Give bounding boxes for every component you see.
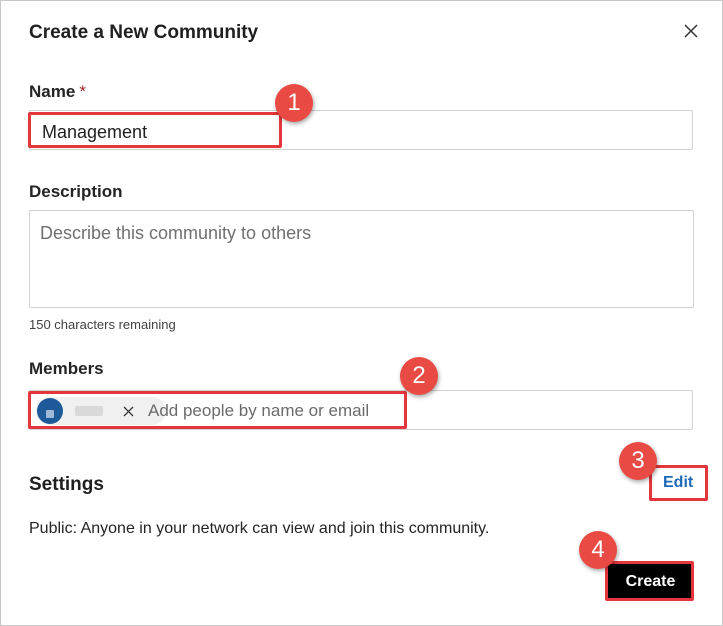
name-field [29, 110, 693, 150]
close-icon [684, 24, 698, 38]
member-chip-name-redacted [75, 406, 103, 416]
settings-heading: Settings [29, 474, 104, 495]
description-textarea[interactable] [29, 210, 694, 308]
name-label-text: Name [29, 82, 76, 101]
annotation-badge-4: 4 [579, 531, 617, 569]
annotation-badge-2: 2 [400, 357, 438, 395]
visibility-description: Public: Anyone in your network can view … [29, 520, 490, 537]
characters-remaining-text: 150 characters remaining [29, 317, 176, 332]
members-label: Members [29, 359, 104, 378]
members-input[interactable] [148, 399, 678, 423]
required-mark: * [79, 82, 86, 101]
member-chip [36, 397, 166, 425]
close-button[interactable] [679, 19, 703, 43]
annotation-badge-1: 1 [275, 84, 313, 122]
edit-settings-link[interactable]: Edit [663, 474, 693, 492]
close-icon [123, 406, 133, 416]
annotation-badge-3: 3 [619, 442, 657, 480]
description-label: Description [29, 182, 123, 201]
name-label: Name * [29, 82, 86, 102]
dialog-title: Create a New Community [29, 22, 259, 43]
person-avatar-icon [37, 398, 63, 424]
remove-member-button[interactable] [121, 404, 135, 418]
create-button[interactable]: Create [608, 564, 693, 600]
members-field [29, 390, 693, 430]
name-input[interactable] [42, 119, 662, 145]
create-community-dialog: Create a New Community Name* Description… [0, 0, 723, 626]
